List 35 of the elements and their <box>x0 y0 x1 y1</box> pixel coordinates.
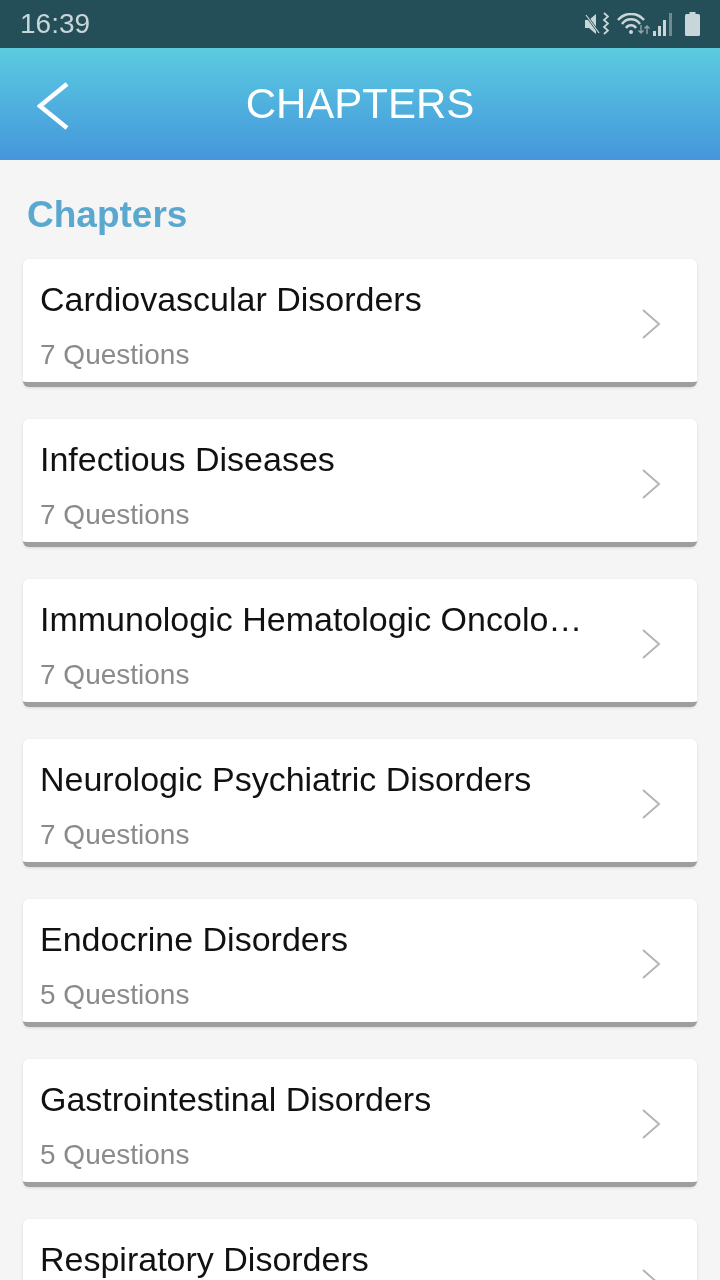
question-count: 5 Questions <box>40 979 191 1011</box>
chapter-card[interactable]: Endocrine Disorders 5 Questions <box>23 899 697 1027</box>
chapter-card[interactable]: Immunologic Hematologic Oncolo… 7 Questions <box>23 579 697 707</box>
chapter-title: Respiratory Disorders <box>40 1240 370 1279</box>
chapter-card[interactable]: Cardiovascular Disorders 7 Questions <box>23 259 697 387</box>
question-count: 7 Questions <box>40 819 191 851</box>
chapter-title: Endocrine Disorders <box>40 920 350 959</box>
question-count: 7 Questions <box>40 499 191 531</box>
chapter-card[interactable]: Respiratory Disorders <box>23 1219 697 1280</box>
chevron-right-icon <box>641 469 661 499</box>
section-heading: Chapters <box>27 193 189 237</box>
chevron-right-icon <box>641 1109 661 1139</box>
chevron-right-icon <box>641 789 661 819</box>
chapter-card[interactable]: Gastrointestinal Disorders 5 Questions <box>23 1059 697 1187</box>
signal-icon <box>653 12 673 36</box>
back-icon <box>37 82 69 130</box>
chevron-right-icon <box>641 949 661 979</box>
question-count: 7 Questions <box>40 659 191 691</box>
chapter-title: Immunologic Hematologic Oncolo… <box>40 600 584 639</box>
question-count: 5 Questions <box>40 1139 191 1171</box>
chapter-title: Neurologic Psychiatric Disorders <box>40 760 533 799</box>
question-count: 7 Questions <box>40 339 191 371</box>
screen-title: CHAPTERS <box>245 79 475 129</box>
chapter-title: Cardiovascular Disorders <box>40 280 423 319</box>
chapter-title: Infectious Diseases <box>40 440 336 479</box>
chevron-right-icon <box>641 629 661 659</box>
chapter-card[interactable]: Infectious Diseases 7 Questions <box>23 419 697 547</box>
vibrate-icon <box>602 12 609 36</box>
battery-icon <box>685 12 700 36</box>
status-time: 16:39 <box>20 8 91 40</box>
chevron-right-icon <box>641 309 661 339</box>
wifi-icon <box>617 13 651 35</box>
muted-speaker-icon <box>585 13 601 35</box>
chapter-title: Gastrointestinal Disorders <box>40 1080 433 1119</box>
chapter-card[interactable]: Neurologic Psychiatric Disorders 7 Questions <box>23 739 697 867</box>
